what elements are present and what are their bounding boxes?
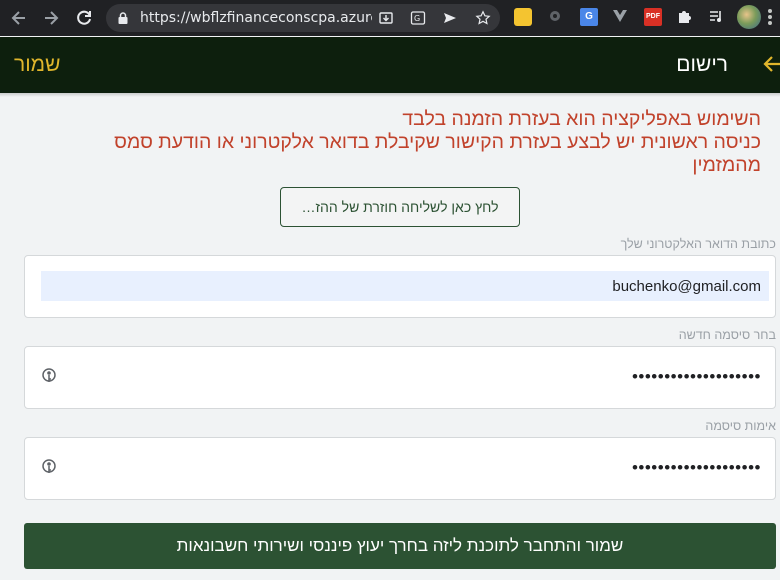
page-title: רישום bbox=[676, 53, 728, 76]
header-shadow bbox=[0, 93, 780, 97]
back-arrow-icon[interactable] bbox=[9, 8, 29, 28]
confirm-password-field[interactable] bbox=[41, 453, 769, 483]
notice-line: כניסה ראשונית יש לבצע בעזרת הקישור שקיבל… bbox=[114, 131, 761, 176]
vue-extension-icon[interactable] bbox=[612, 8, 630, 26]
forward-arrow-icon[interactable] bbox=[41, 8, 61, 28]
coin-extension-icon[interactable] bbox=[514, 8, 532, 26]
email-field[interactable] bbox=[41, 271, 769, 301]
save-and-connect-button[interactable]: שמור והתחבר לתוכנת ליזה בחרך יעוץ פיננסי… bbox=[24, 523, 776, 569]
svg-text:G: G bbox=[414, 14, 420, 23]
address-bar[interactable]: https://wbflzfinanceconscpa.azure… G bbox=[106, 4, 500, 32]
confirm-password-label: אימות סיסמה bbox=[705, 419, 776, 433]
reload-icon[interactable] bbox=[74, 8, 94, 28]
settings-gear-icon[interactable] bbox=[547, 8, 565, 26]
header-save-button[interactable]: שמור bbox=[14, 53, 60, 77]
email-field-box bbox=[24, 255, 776, 318]
translate-extension-icon[interactable]: G bbox=[580, 8, 598, 26]
puzzle-icon[interactable] bbox=[676, 8, 694, 26]
translate-icon[interactable]: G bbox=[410, 10, 426, 26]
url-text[interactable]: https://wbflzfinanceconscpa.azure… bbox=[140, 10, 372, 26]
invite-notice: השימוש באפליקציה הוא בעזרת הזמנה בלבד כנ… bbox=[61, 108, 761, 177]
notice-line: השימוש באפליקציה הוא בעזרת הזמנה בלבד bbox=[402, 108, 761, 130]
new-password-field-box bbox=[24, 346, 776, 409]
confirm-password-field-box bbox=[24, 437, 776, 500]
back-arrow-icon[interactable] bbox=[762, 54, 780, 74]
new-password-field[interactable] bbox=[41, 362, 769, 392]
pdf-extension-icon[interactable]: PDF bbox=[644, 8, 662, 26]
browser-menu-icon[interactable] bbox=[768, 9, 774, 27]
media-queue-icon[interactable] bbox=[708, 8, 726, 26]
app-header: שמור רישום bbox=[0, 37, 780, 93]
browser-toolbar: https://wbflzfinanceconscpa.azure… G G P… bbox=[0, 0, 780, 36]
lock-icon[interactable] bbox=[116, 11, 130, 25]
email-label: כתובת הדואר האלקטרוני שלך bbox=[620, 237, 776, 251]
send-tab-icon[interactable] bbox=[442, 10, 458, 26]
profile-avatar[interactable] bbox=[737, 5, 761, 29]
install-app-icon[interactable] bbox=[378, 10, 394, 26]
resend-invite-button[interactable]: לחץ כאן לשליחה חוזרת של ההז… bbox=[280, 187, 520, 227]
bookmark-star-icon[interactable] bbox=[475, 10, 491, 26]
new-password-label: בחר סיסמה חדשה bbox=[678, 328, 776, 342]
